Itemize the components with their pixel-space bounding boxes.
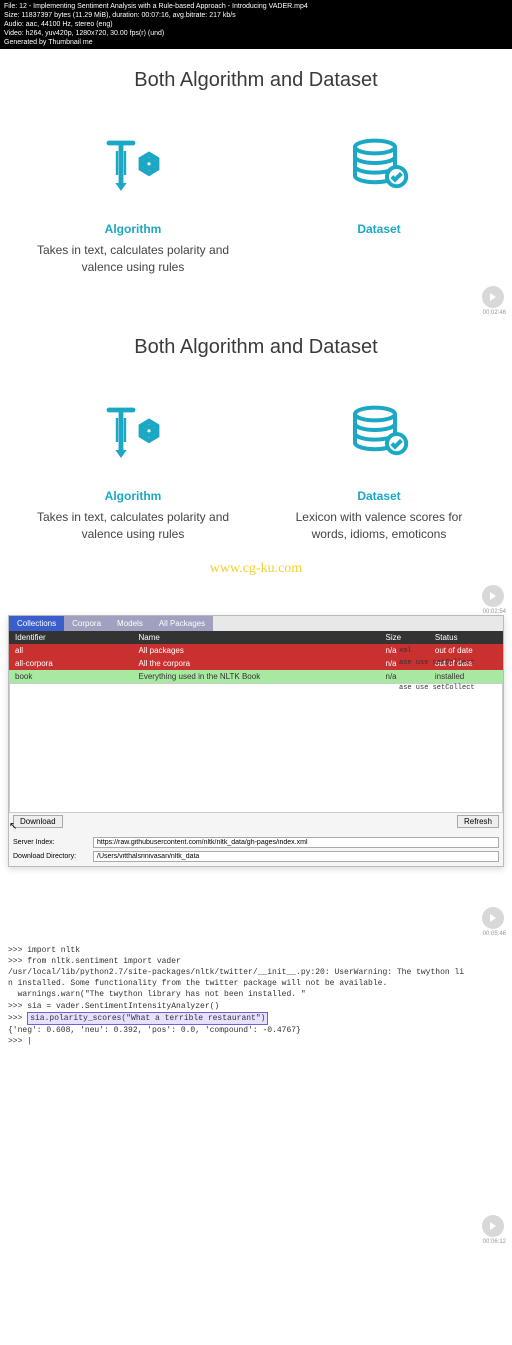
algorithm-column: Algorithm Takes in text, calculates pola…	[22, 389, 243, 543]
download-button[interactable]: Download	[13, 815, 63, 828]
video-metadata: File: 12 - Implementing Sentiment Analys…	[0, 0, 512, 49]
col-name[interactable]: Name	[133, 631, 380, 644]
slide-title: Both Algorithm and Dataset	[10, 69, 502, 92]
algorithm-icon	[22, 122, 243, 212]
tab-collections[interactable]: Collections	[9, 616, 64, 631]
col-status[interactable]: Status	[429, 631, 503, 644]
server-index-label: Server Index:	[13, 839, 93, 846]
timestamp: 00:05:46	[483, 931, 506, 937]
watermark: www.cg-ku.com	[0, 553, 512, 585]
algorithm-column: Algorithm Takes in text, calculates pola…	[22, 122, 243, 276]
col-size[interactable]: Size	[380, 631, 429, 644]
download-dir-input[interactable]	[93, 851, 499, 862]
algorithm-label: Algorithm	[22, 222, 243, 236]
play-button[interactable]	[482, 585, 504, 607]
play-button[interactable]	[482, 1215, 504, 1237]
algorithm-label: Algorithm	[22, 489, 243, 503]
background-terminal-text: xml ase use setCollect ase use setCollec…	[399, 645, 512, 695]
play-button[interactable]	[482, 907, 504, 929]
dataset-label: Dataset	[268, 222, 489, 236]
timestamp: 00:06:12	[483, 1239, 506, 1245]
highlighted-code: sia.polarity_scores("What a terrible res…	[27, 1012, 268, 1025]
meta-audio: Audio: aac, 44100 Hz, stereo (eng)	[4, 20, 508, 29]
col-identifier[interactable]: Identifier	[9, 631, 133, 644]
play-button[interactable]	[482, 286, 504, 308]
meta-video: Video: h264, yuv420p, 1280x720, 30.00 fp…	[4, 29, 508, 38]
algorithm-desc: Takes in text, calculates polarity and v…	[22, 509, 243, 543]
meta-size: Size: 11837397 bytes (11.29 MiB), durati…	[4, 11, 508, 20]
slide-2: Both Algorithm and Dataset Algorithm Tak…	[0, 316, 512, 553]
tab-models[interactable]: Models	[109, 616, 151, 631]
nltk-list-body[interactable]	[9, 683, 503, 813]
dataset-column: Dataset	[268, 122, 489, 276]
server-index-input[interactable]	[93, 837, 499, 848]
slide-title: Both Algorithm and Dataset	[10, 336, 502, 359]
dataset-desc: Lexicon with valence scores for words, i…	[268, 509, 489, 543]
refresh-button[interactable]: Refresh	[457, 815, 499, 828]
tab-corpora[interactable]: Corpora	[64, 616, 109, 631]
dataset-icon	[268, 122, 489, 212]
algorithm-desc: Takes in text, calculates polarity and v…	[22, 242, 243, 276]
dataset-column: Dataset Lexicon with valence scores for …	[268, 389, 489, 543]
meta-generator: Generated by Thumbnail me	[4, 38, 508, 47]
download-dir-label: Download Directory:	[13, 853, 93, 860]
slide-1: Both Algorithm and Dataset Algorithm Tak…	[0, 49, 512, 286]
meta-file: File: 12 - Implementing Sentiment Analys…	[4, 2, 508, 11]
dataset-label: Dataset	[268, 489, 489, 503]
nltk-tabs: Collections Corpora Models All Packages	[9, 616, 503, 631]
tab-all-packages[interactable]: All Packages	[151, 616, 213, 631]
dataset-icon	[268, 389, 489, 479]
python-terminal[interactable]: >>> import nltk >>> from nltk.sentiment …	[0, 937, 512, 1056]
algorithm-icon	[22, 389, 243, 479]
